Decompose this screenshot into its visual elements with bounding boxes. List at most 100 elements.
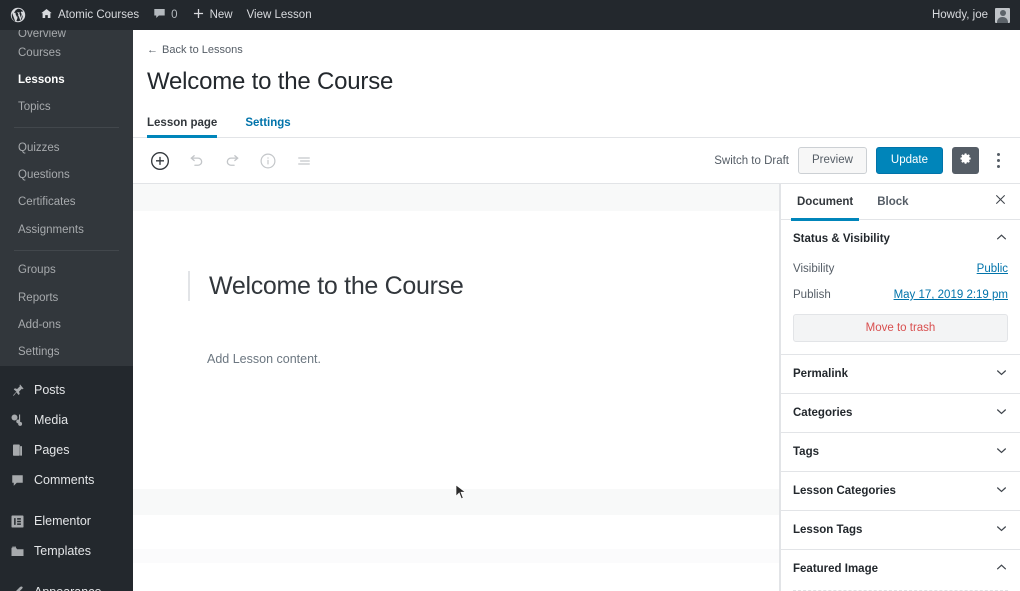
wordpress-logo-icon — [10, 7, 26, 23]
sidebar-item-templates[interactable]: Templates — [0, 536, 133, 566]
sidebar-item-media[interactable]: Media — [0, 405, 133, 435]
sidebar-item-label: Pages — [34, 443, 70, 458]
site-name-menu[interactable]: Atomic Courses — [33, 0, 146, 30]
close-inspector-button[interactable] — [990, 192, 1010, 212]
back-link-label: Back to Lessons — [162, 44, 243, 56]
sidebar-item-comments[interactable]: Comments — [0, 465, 133, 495]
sidebar-item-courses[interactable]: Courses — [0, 39, 133, 66]
sidebar-divider — [0, 566, 133, 577]
kebab-dot — [996, 159, 1000, 162]
panel-title: Featured Image — [793, 563, 878, 575]
add-block-button[interactable] — [145, 146, 175, 176]
more-menu-button[interactable] — [988, 147, 1008, 174]
content-info-button[interactable] — [253, 146, 283, 176]
sidebar-item-label: Reports — [18, 291, 59, 304]
sidebar-item-label: Overview — [18, 30, 66, 39]
panel-header[interactable]: Permalink — [781, 355, 1020, 393]
sidebar-item-quizzes[interactable]: Quizzes — [0, 134, 133, 161]
kebab-dot — [996, 153, 1000, 156]
document-inspector: Document Block Status & Visibility Visib… — [780, 184, 1020, 591]
sidebar-item-topics[interactable]: Topics — [0, 94, 133, 121]
visibility-value-button[interactable]: Public — [977, 263, 1008, 275]
tab-lesson-page[interactable]: Lesson page — [147, 111, 229, 138]
comments-menu[interactable]: 0 — [146, 0, 184, 30]
view-lesson-link[interactable]: View Lesson — [240, 0, 319, 30]
post-content-placeholder[interactable]: Add Lesson content. — [207, 352, 321, 366]
folder-icon — [9, 543, 25, 559]
panel-header[interactable]: Featured Image — [781, 550, 1020, 588]
panel-header[interactable]: Tags — [781, 433, 1020, 471]
list-view-button[interactable] — [289, 146, 319, 176]
redo-button[interactable] — [217, 146, 247, 176]
sidebar-item-addons[interactable]: Add-ons — [0, 311, 133, 338]
panel-lesson-tags: Lesson Tags — [781, 511, 1020, 550]
update-button[interactable]: Update — [875, 147, 943, 174]
sidebar-item-appearance[interactable]: Appearance — [0, 577, 133, 591]
toolbar-left-group — [145, 146, 319, 176]
sidebar-item-groups[interactable]: Groups — [0, 257, 133, 284]
sidebar-item-lessons[interactable]: Lessons — [0, 66, 133, 93]
panel-header[interactable]: Categories — [781, 394, 1020, 432]
lesson-tabs: Lesson page Settings — [133, 111, 1020, 138]
editor-canvas[interactable]: Welcome to the Course Add Lesson content… — [133, 184, 780, 591]
sidebar-item-label: Certificates — [18, 196, 76, 209]
arrow-left-icon: ← — [147, 44, 158, 56]
panel-categories: Categories — [781, 394, 1020, 433]
account-menu[interactable]: Howdy, joe — [932, 7, 1020, 23]
panel-tags: Tags — [781, 433, 1020, 472]
sidebar-item-label: Questions — [18, 169, 70, 181]
sidebar-item-certificates[interactable]: Certificates — [0, 189, 133, 216]
panel-featured-image: Featured Image — [781, 550, 1020, 591]
info-icon — [259, 152, 277, 170]
sidebar-item-label: Settings — [18, 346, 60, 359]
page-title: Welcome to the Course — [147, 68, 394, 95]
post-title-block[interactable]: Welcome to the Course — [188, 271, 464, 301]
admin-bar: Atomic Courses 0 New View Lesson Howdy, … — [0, 0, 1020, 30]
inspector-tab-block[interactable]: Block — [871, 184, 914, 220]
undo-button[interactable] — [181, 146, 211, 176]
home-icon — [40, 7, 53, 23]
back-to-lessons-link[interactable]: ← Back to Lessons — [147, 44, 243, 56]
tab-label: Settings — [245, 117, 291, 129]
inspector-tab-document[interactable]: Document — [791, 184, 860, 221]
sidebar-item-pages[interactable]: Pages — [0, 435, 133, 465]
sidebar-item-label: Groups — [18, 264, 56, 277]
preview-button[interactable]: Preview — [798, 147, 867, 174]
panel-title: Tags — [793, 446, 819, 458]
tab-settings[interactable]: Settings — [245, 111, 302, 137]
sidebar-item-elementor[interactable]: Elementor — [0, 506, 133, 536]
sidebar-item-overview[interactable]: Overview — [0, 30, 133, 39]
sidebar-item-label: Add-ons — [18, 318, 61, 331]
brush-icon — [9, 584, 25, 591]
move-to-trash-button[interactable]: Move to trash — [793, 314, 1008, 342]
publish-date-button[interactable]: May 17, 2019 2:19 pm — [894, 289, 1008, 301]
wordpress-logo-menu[interactable] — [0, 0, 33, 30]
sidebar-item-assignments[interactable]: Assignments — [0, 216, 133, 243]
panel-header[interactable]: Status & Visibility — [781, 220, 1020, 258]
sidebar-item-posts[interactable]: Posts — [0, 375, 133, 405]
visibility-label: Visibility — [793, 263, 835, 275]
comment-count: 0 — [171, 9, 178, 21]
comment-bubble-icon — [153, 7, 166, 23]
switch-to-draft-button[interactable]: Switch to Draft — [714, 155, 789, 167]
close-icon — [994, 193, 1007, 211]
sidebar-item-questions[interactable]: Questions — [0, 162, 133, 189]
panel-title: Lesson Categories — [793, 485, 896, 497]
settings-toggle-button[interactable] — [952, 147, 979, 174]
comment-icon — [9, 472, 25, 488]
sidebar-item-settings[interactable]: Settings — [0, 339, 133, 366]
panel-header[interactable]: Lesson Tags — [781, 511, 1020, 549]
panel-title: Permalink — [793, 368, 848, 380]
plus-icon — [192, 7, 205, 23]
publish-label: Publish — [793, 289, 831, 301]
admin-sidebar: Overview Courses Lessons Topics Quizzes … — [0, 30, 133, 591]
sidebar-item-reports[interactable]: Reports — [0, 284, 133, 311]
editor-body: Welcome to the Course Add Lesson content… — [133, 184, 1020, 591]
move-to-trash-label: Move to trash — [865, 322, 936, 334]
sidebar-item-label: Assignments — [18, 223, 84, 236]
sidebar-item-label: Topics — [18, 101, 51, 114]
inspector-tabs: Document Block — [781, 184, 1020, 221]
panel-header[interactable]: Lesson Categories — [781, 472, 1020, 510]
new-content-menu[interactable]: New — [185, 0, 240, 30]
toolbar-right-group: Switch to Draft Preview Update — [714, 147, 1008, 174]
